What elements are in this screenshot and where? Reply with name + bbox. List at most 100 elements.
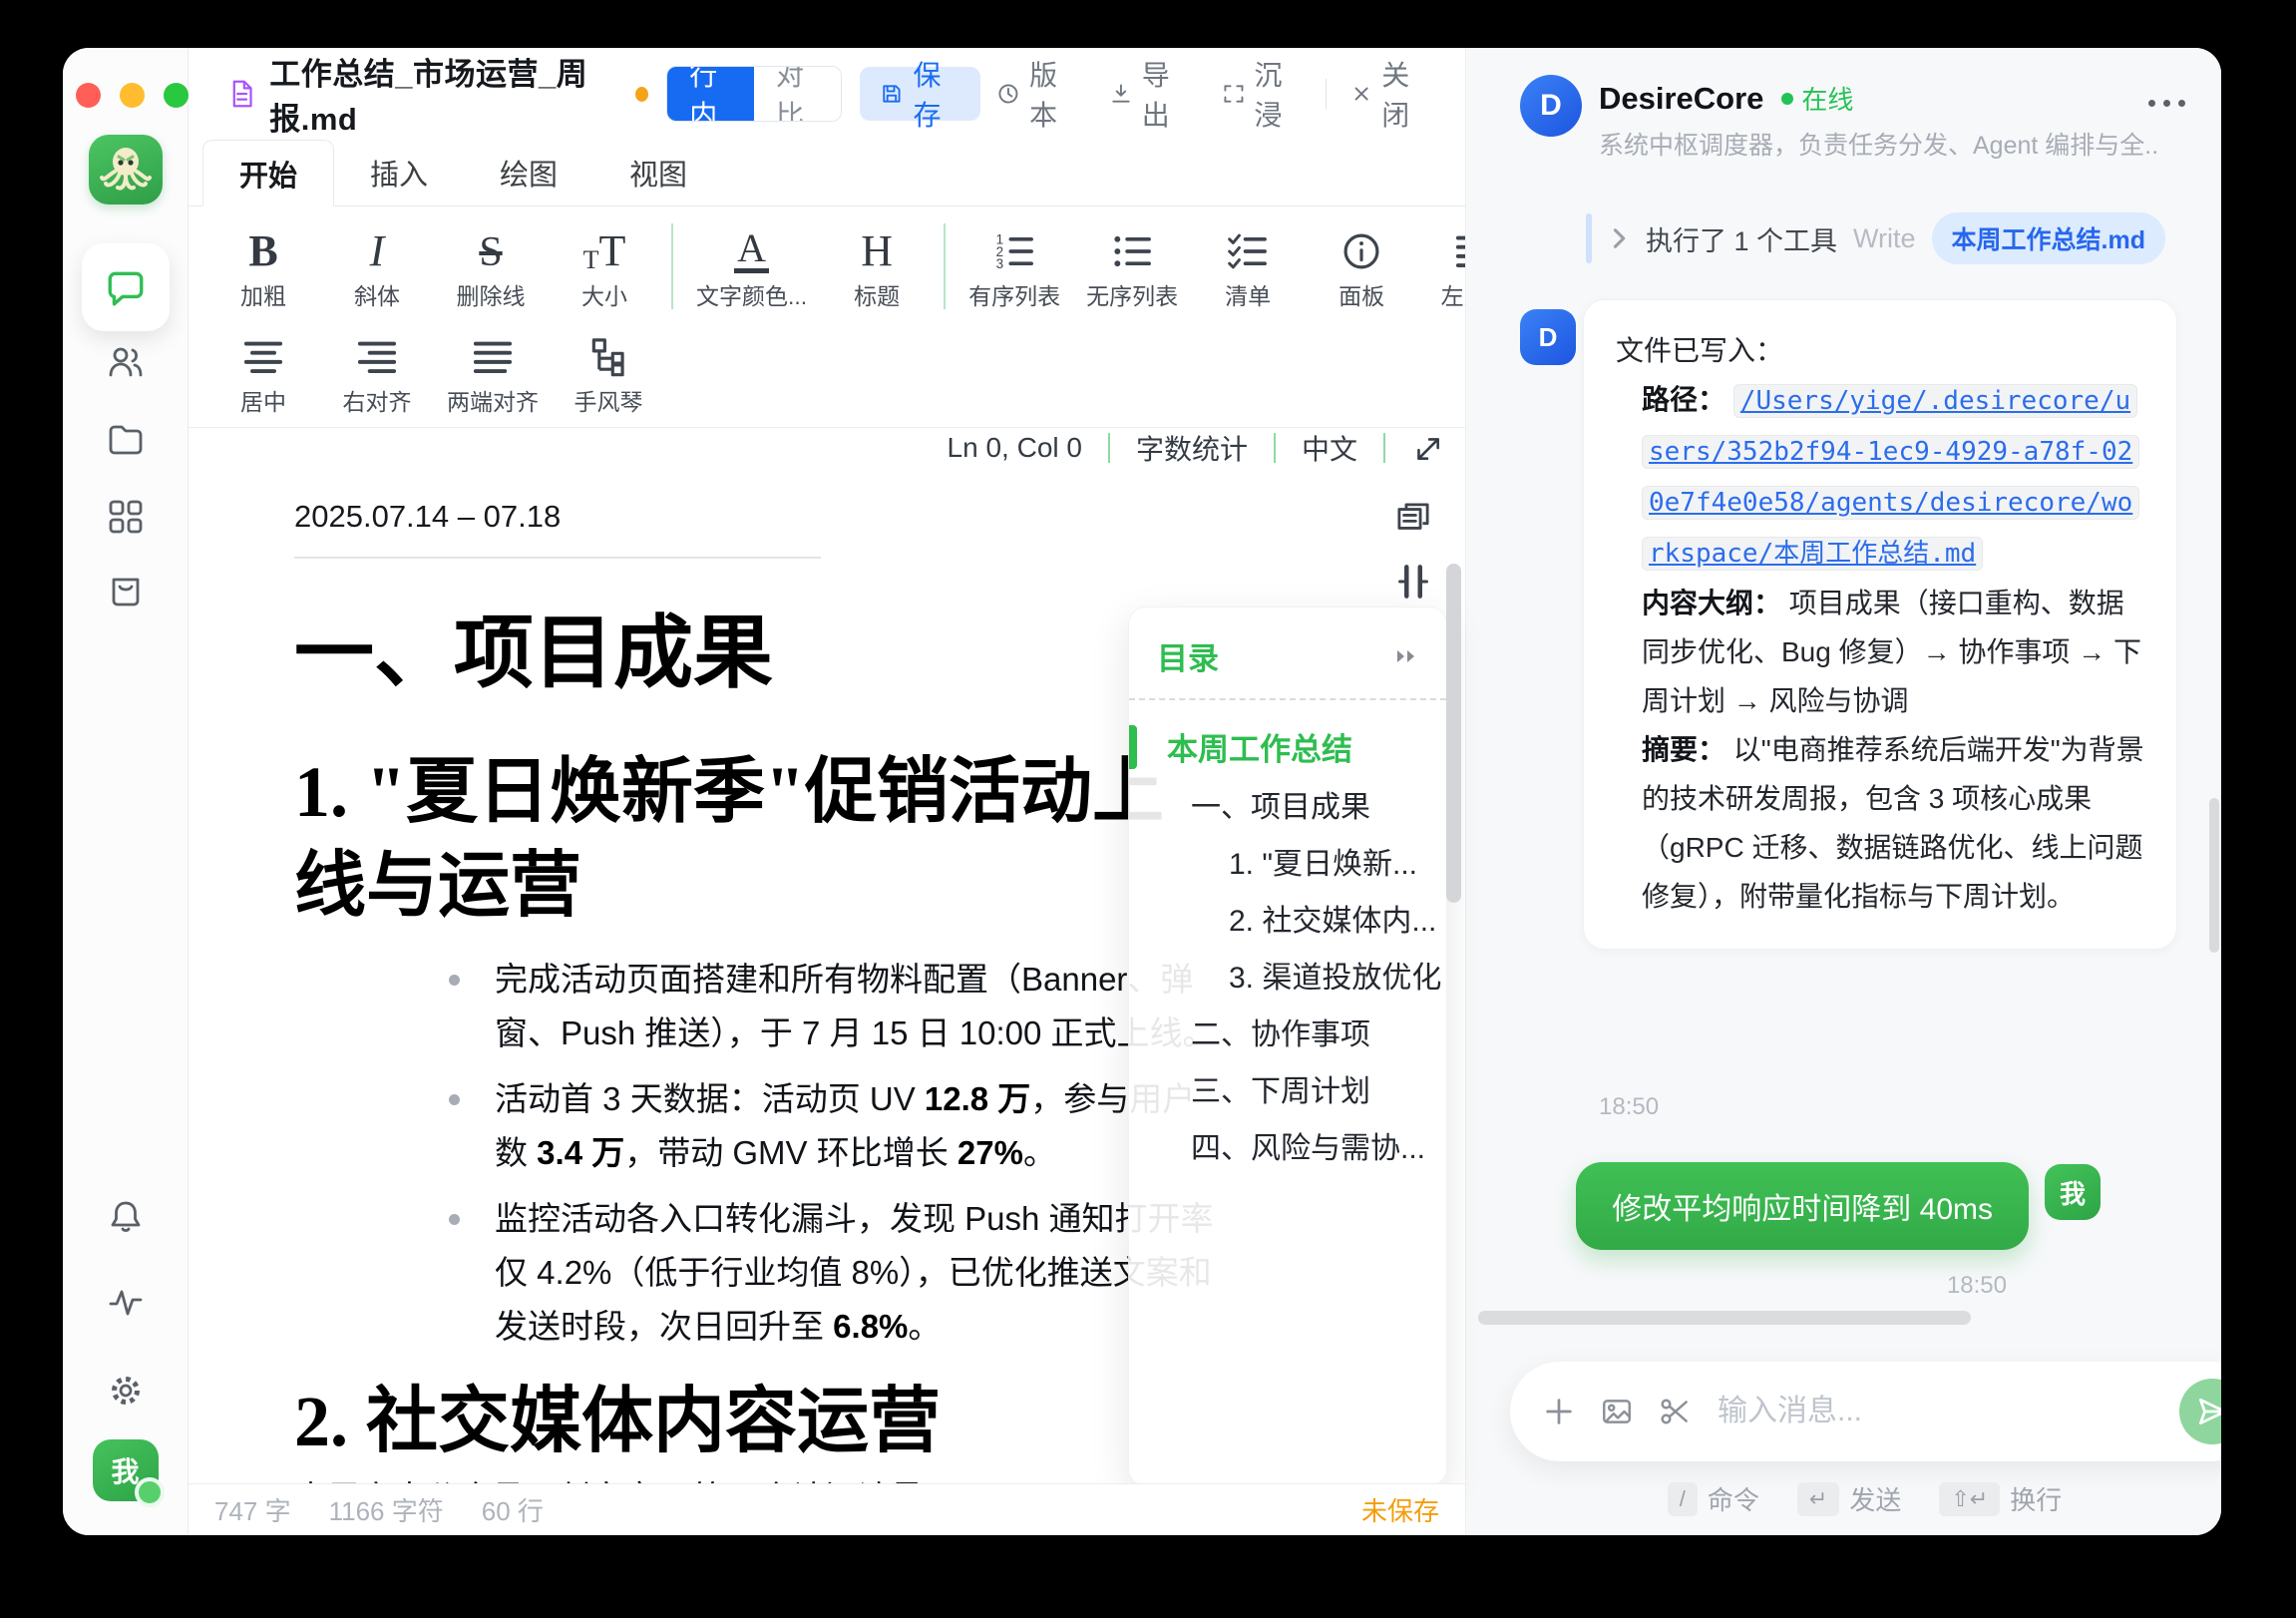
- toc-item[interactable]: 2. 社交媒体内...: [1129, 889, 1446, 946]
- toc-item[interactable]: 3. 渠道投放优化: [1129, 946, 1446, 1003]
- inline-mode-button[interactable]: 行内: [667, 67, 754, 121]
- indent-width-button[interactable]: [1395, 562, 1431, 602]
- minimize-window-button[interactable]: [120, 83, 145, 108]
- copy-icon: [1393, 499, 1433, 539]
- cursor-position[interactable]: Ln 0, Col 0: [948, 432, 1082, 464]
- strikethrough-button[interactable]: S 删除线: [434, 221, 548, 311]
- doc-date-range: 2025.07.14 – 07.18: [294, 499, 1465, 535]
- tab-start[interactable]: 开始: [202, 140, 334, 206]
- chat-vertical-scrollbar[interactable]: [2209, 798, 2219, 953]
- save-button[interactable]: 保存: [860, 67, 981, 121]
- word-count: 747 字: [214, 1491, 291, 1528]
- tool-call-accent-bar: [1586, 213, 1592, 263]
- doc-bullet-item: 监控活动各入口转化漏斗，发现 Push 通知打开率仅 4.2%（低于行业均值 8…: [294, 1192, 1218, 1354]
- toc-item[interactable]: 一、项目成果: [1129, 775, 1446, 832]
- bell-icon: [106, 1197, 146, 1237]
- heading-button[interactable]: H 标题: [820, 221, 934, 311]
- close-icon: [1350, 81, 1372, 107]
- user-chat-avatar: 我: [2045, 1164, 2101, 1220]
- italic-button[interactable]: I 斜体: [320, 221, 434, 311]
- sidebar-item-contacts[interactable]: [106, 342, 146, 382]
- unsaved-dot: [635, 87, 648, 102]
- tool-file-pill[interactable]: 本周工作总结.md: [1932, 212, 2165, 264]
- octopus-icon: [98, 144, 154, 196]
- unordered-list-button[interactable]: 无序列表: [1073, 221, 1191, 311]
- word-count-toggle[interactable]: 字数统计: [1136, 428, 1248, 468]
- tab-insert[interactable]: 插入: [334, 140, 464, 205]
- align-center-button[interactable]: 居中: [206, 327, 320, 417]
- tab-draw[interactable]: 绘图: [464, 140, 593, 205]
- toc-panel: 目录 本周工作总结 一、项目成果 1. "夏日焕新... 2. 社交媒体内...…: [1128, 607, 1447, 1486]
- line-count: 60 行: [482, 1491, 544, 1528]
- attach-plus-icon[interactable]: [1542, 1395, 1576, 1428]
- markdown-file-icon: [226, 76, 257, 112]
- align-center-icon: [241, 335, 285, 379]
- message-input[interactable]: [1716, 1394, 2155, 1429]
- app-logo-octopus[interactable]: [89, 135, 163, 204]
- char-count: 1166 字符: [329, 1491, 444, 1528]
- user-message-time: 18:50: [1947, 1272, 2007, 1300]
- accordion-button[interactable]: 手风琴: [552, 327, 665, 417]
- language-indicator[interactable]: 中文: [1302, 428, 1357, 468]
- sidebar-item-notifications[interactable]: [106, 1197, 146, 1237]
- sidebar-user-avatar[interactable]: 我: [93, 1439, 159, 1501]
- ordered-list-icon: 1 2 3: [992, 229, 1036, 273]
- export-button[interactable]: 导出: [1093, 67, 1206, 121]
- editor-pane: 工作总结_市场运营_周报.md 行内 对比 保存 版本: [189, 48, 1465, 1535]
- doc-heading-2: 1. "夏日焕新季"促销活动上线与运营: [294, 746, 1192, 933]
- font-size-button[interactable]: TT 大小: [548, 221, 661, 311]
- align-justify-button[interactable]: 两端对齐: [434, 327, 552, 417]
- italic-icon: I: [370, 229, 385, 273]
- immersive-button[interactable]: 沉浸: [1206, 67, 1319, 121]
- ordered-list-button[interactable]: 1 2 3 有序列表: [956, 221, 1073, 311]
- tool-call-row[interactable]: 执行了 1 个工具 Write 本周工作总结.md: [1586, 212, 2165, 264]
- shift-enter-key: ⇧↵: [1939, 1482, 2000, 1516]
- summary-label: 摘要：: [1642, 734, 1725, 765]
- sidebar-item-chat-active[interactable]: [82, 243, 170, 331]
- sidebar-item-activity[interactable]: [106, 1283, 146, 1323]
- grid-icon: [106, 497, 146, 537]
- version-button[interactable]: 版本: [980, 67, 1093, 121]
- toc-item[interactable]: 本周工作总结: [1129, 718, 1446, 775]
- collapse-toc-icon[interactable]: [1394, 647, 1420, 665]
- align-right-icon: [355, 335, 399, 379]
- send-button[interactable]: [2179, 1379, 2221, 1444]
- panel-button[interactable]: 面板: [1305, 221, 1418, 311]
- toc-item[interactable]: 1. "夏日焕新...: [1129, 832, 1446, 889]
- toc-item[interactable]: 三、下周计划: [1129, 1059, 1446, 1116]
- image-icon[interactable]: [1600, 1395, 1634, 1428]
- unordered-list-icon: [1110, 229, 1154, 273]
- sidebar-item-apps[interactable]: [106, 497, 146, 537]
- chat-input-bar: [1510, 1362, 2221, 1461]
- input-hints: / 命令 ↵ 发送 ⇧↵ 换行: [1526, 1480, 2203, 1517]
- bold-button[interactable]: B 加粗: [206, 221, 320, 311]
- close-document-button[interactable]: 关闭: [1335, 67, 1445, 121]
- sidebar-item-files[interactable]: [106, 419, 146, 459]
- chat-more-menu-button[interactable]: [2148, 100, 2185, 107]
- doc-horizontal-rule: [294, 557, 821, 559]
- close-button-label: 关闭: [1381, 54, 1429, 134]
- hint-command: / 命令: [1668, 1480, 1759, 1517]
- agent-avatar[interactable]: D: [1520, 75, 1582, 137]
- toc-item[interactable]: 四、风险与需协...: [1129, 1116, 1446, 1173]
- editor-scrollbar[interactable]: [1446, 564, 1461, 903]
- close-window-button[interactable]: [76, 83, 101, 108]
- chat-horizontal-scrollbar[interactable]: [1478, 1311, 1971, 1325]
- checklist-button[interactable]: 清单: [1191, 221, 1305, 311]
- clock-icon: [996, 80, 1020, 108]
- scissors-icon[interactable]: [1658, 1395, 1692, 1428]
- accordion-icon: [586, 335, 630, 379]
- zoom-window-button[interactable]: [164, 83, 189, 108]
- toc-item[interactable]: 二、协作事项: [1129, 1003, 1446, 1059]
- expand-icon[interactable]: [1411, 432, 1443, 464]
- text-color-button[interactable]: A 文字颜色...: [683, 221, 820, 311]
- align-right-button[interactable]: 右对齐: [320, 327, 434, 417]
- bold-icon: B: [248, 229, 277, 273]
- sidebar-item-settings[interactable]: [106, 1371, 146, 1411]
- sidebar-item-store[interactable]: [106, 571, 146, 610]
- compare-mode-button[interactable]: 对比: [754, 67, 841, 121]
- copy-document-button[interactable]: [1393, 499, 1433, 539]
- outline-label: 内容大纲：: [1642, 588, 1781, 618]
- text-color-icon: A: [734, 228, 769, 273]
- tab-view[interactable]: 视图: [593, 140, 723, 205]
